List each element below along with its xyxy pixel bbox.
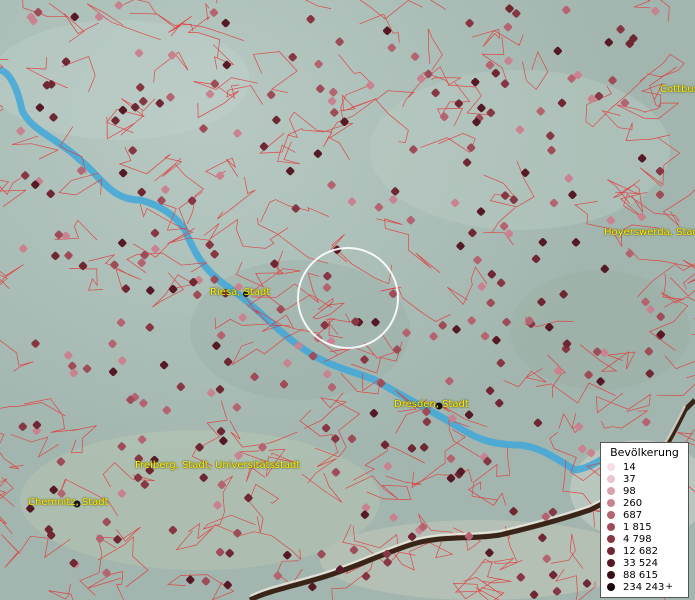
legend-label: 4 798 <box>623 533 652 545</box>
legend-swatch <box>607 475 615 483</box>
legend-swatch <box>607 511 615 519</box>
legend-label: 88 615 <box>623 569 658 581</box>
legend-item: 234 243 + <box>607 581 682 593</box>
legend-item: 1 815 <box>607 521 682 533</box>
legend-item: 88 615 <box>607 569 682 581</box>
map-canvas[interactable] <box>0 0 695 600</box>
legend-label: 33 524 <box>623 557 658 569</box>
legend-swatch <box>607 571 615 579</box>
legend-title: Bevölkerung <box>610 446 679 459</box>
legend-item: 260 <box>607 497 682 509</box>
city-label-cottbus[interactable]: Cottbus <box>660 84 695 95</box>
legend-item: 33 524 <box>607 557 682 569</box>
legend-label: 234 243 <box>623 581 665 593</box>
city-label-chemnitz[interactable]: Chemnitz, Stadt <box>28 497 109 508</box>
legend-label: 687 <box>623 509 643 521</box>
city-label-dresden[interactable]: Dresden, Stadt <box>394 399 469 410</box>
legend-items: 14 37 98 260 687 1 815 4 798 12 682 33 524 88 615… <box>607 461 682 593</box>
legend-item: 4 798 <box>607 533 682 545</box>
legend-item: 12 682 <box>607 545 682 557</box>
legend-swatch <box>607 559 615 567</box>
legend-item: 37 <box>607 473 682 485</box>
legend-label: 12 682 <box>623 545 658 557</box>
legend-swatch <box>607 499 615 507</box>
legend-plus: + <box>665 582 673 592</box>
legend-swatch <box>607 487 615 495</box>
legend-swatch <box>607 583 615 591</box>
legend-label: 1 815 <box>623 521 652 533</box>
legend-item: 98 <box>607 485 682 497</box>
legend-swatch <box>607 535 615 543</box>
population-legend: Bevölkerung 14 37 98 260 687 1 815 4 798 12 682… <box>600 442 689 598</box>
legend-swatch <box>607 523 615 531</box>
legend-label: 260 <box>623 497 643 509</box>
legend-item: 687 <box>607 509 682 521</box>
legend-swatch <box>607 547 615 555</box>
legend-label: 98 <box>623 485 636 497</box>
city-label-riesa[interactable]: Riesa, Stadt <box>210 287 270 298</box>
legend-label: 37 <box>623 473 636 485</box>
legend-label: 14 <box>623 461 636 473</box>
legend-item: 14 <box>607 461 682 473</box>
legend-swatch <box>607 463 615 471</box>
city-label-hoyerswerda[interactable]: Hoyerswerda, Stadt <box>604 227 695 238</box>
city-label-freiberg[interactable]: Freiberg, Stadt, Universitätsstadt <box>135 460 300 471</box>
